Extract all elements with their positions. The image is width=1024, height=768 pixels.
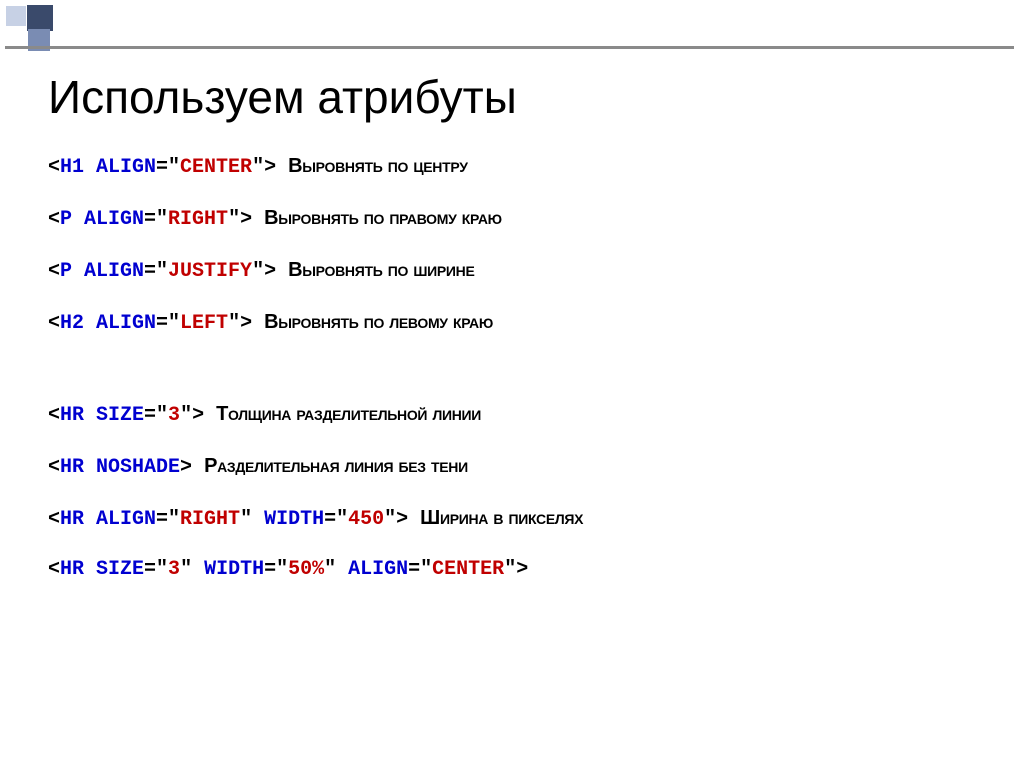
code-token: ALIGN: [348, 558, 408, 581]
code-token: ">: [384, 508, 420, 531]
code-comment: Толщина разделительной линии: [216, 403, 481, 425]
code-token: ": [324, 558, 348, 581]
code-token: H1 ALIGN: [60, 156, 156, 179]
code-token: ">: [252, 260, 288, 283]
code-token: =": [144, 260, 168, 283]
code-token: 3: [168, 404, 180, 427]
slide-title: Используем атрибуты: [48, 70, 976, 124]
code-token: LEFT: [180, 312, 228, 335]
code-token: RIGHT: [180, 508, 240, 531]
code-token: =": [144, 404, 168, 427]
code-line: <P ALIGN="RIGHT"> Выровнять по правому к…: [48, 204, 976, 234]
code-token: ": [240, 508, 264, 531]
code-token: <: [48, 312, 60, 335]
code-line: <H2 ALIGN="LEFT"> Выровнять по левому кр…: [48, 308, 976, 338]
code-token: 450: [348, 508, 384, 531]
code-comment: Выровнять по ширине: [288, 259, 474, 281]
code-line: <HR ALIGN="RIGHT" WIDTH="450"> Ширина в …: [48, 504, 976, 534]
code-token: P ALIGN: [60, 208, 144, 231]
decor-square: [6, 6, 26, 26]
code-line: <HR NOSHADE> Разделительная линия без те…: [48, 452, 976, 482]
slide-content: Используем атрибуты <H1 ALIGN="CENTER"> …: [0, 0, 1024, 614]
code-token: <: [48, 156, 60, 179]
code-token: ">: [180, 404, 216, 427]
code-token: =": [156, 508, 180, 531]
code-token: HR NOSHADE: [60, 456, 180, 479]
code-token: HR SIZE: [60, 558, 144, 581]
code-line: <HR SIZE="3"> Толщина разделительной лин…: [48, 400, 976, 430]
code-comment: Выровнять по центру: [288, 155, 468, 177]
code-token: CENTER: [180, 156, 252, 179]
code-token: =": [408, 558, 432, 581]
code-token: =": [324, 508, 348, 531]
code-token: ">: [252, 156, 288, 179]
code-comment: Выровнять по правому краю: [264, 207, 502, 229]
code-comment: Выровнять по левому краю: [264, 311, 493, 333]
code-token: HR SIZE: [60, 404, 144, 427]
code-token: ">: [228, 208, 264, 231]
code-token: WIDTH: [264, 508, 324, 531]
code-token: =": [264, 558, 288, 581]
code-token: 3: [168, 558, 180, 581]
code-token: <: [48, 404, 60, 427]
code-token: =": [144, 558, 168, 581]
code-token: 50%: [288, 558, 324, 581]
code-token: ": [180, 558, 204, 581]
code-token: HR ALIGN: [60, 508, 156, 531]
code-token: <: [48, 208, 60, 231]
code-token: JUSTIFY: [168, 260, 252, 283]
code-line: <H1 ALIGN="CENTER"> Выровнять по центру: [48, 152, 976, 182]
code-comment: Разделительная линия без тени: [204, 455, 468, 477]
code-line: <HR SIZE="3" WIDTH="50%" ALIGN="CENTER">: [48, 556, 976, 584]
code-token: <: [48, 558, 60, 581]
code-token: P ALIGN: [60, 260, 144, 283]
code-line: <P ALIGN="JUSTIFY"> Выровнять по ширине: [48, 256, 976, 286]
code-token: <: [48, 260, 60, 283]
code-token: <: [48, 508, 60, 531]
code-token: >: [180, 456, 204, 479]
code-token: =": [156, 312, 180, 335]
code-comment: Ширина в пикселях: [420, 507, 583, 529]
code-token: CENTER: [432, 558, 504, 581]
header-divider: [5, 46, 1014, 49]
code-token: =": [144, 208, 168, 231]
code-token: =": [156, 156, 180, 179]
slide-decoration: [5, 5, 65, 52]
code-examples: <H1 ALIGN="CENTER"> Выровнять по центру<…: [48, 152, 976, 584]
code-token: ">: [228, 312, 264, 335]
code-token: <: [48, 456, 60, 479]
code-token: WIDTH: [204, 558, 264, 581]
code-token: RIGHT: [168, 208, 228, 231]
code-token: H2 ALIGN: [60, 312, 156, 335]
code-token: ">: [504, 558, 528, 581]
